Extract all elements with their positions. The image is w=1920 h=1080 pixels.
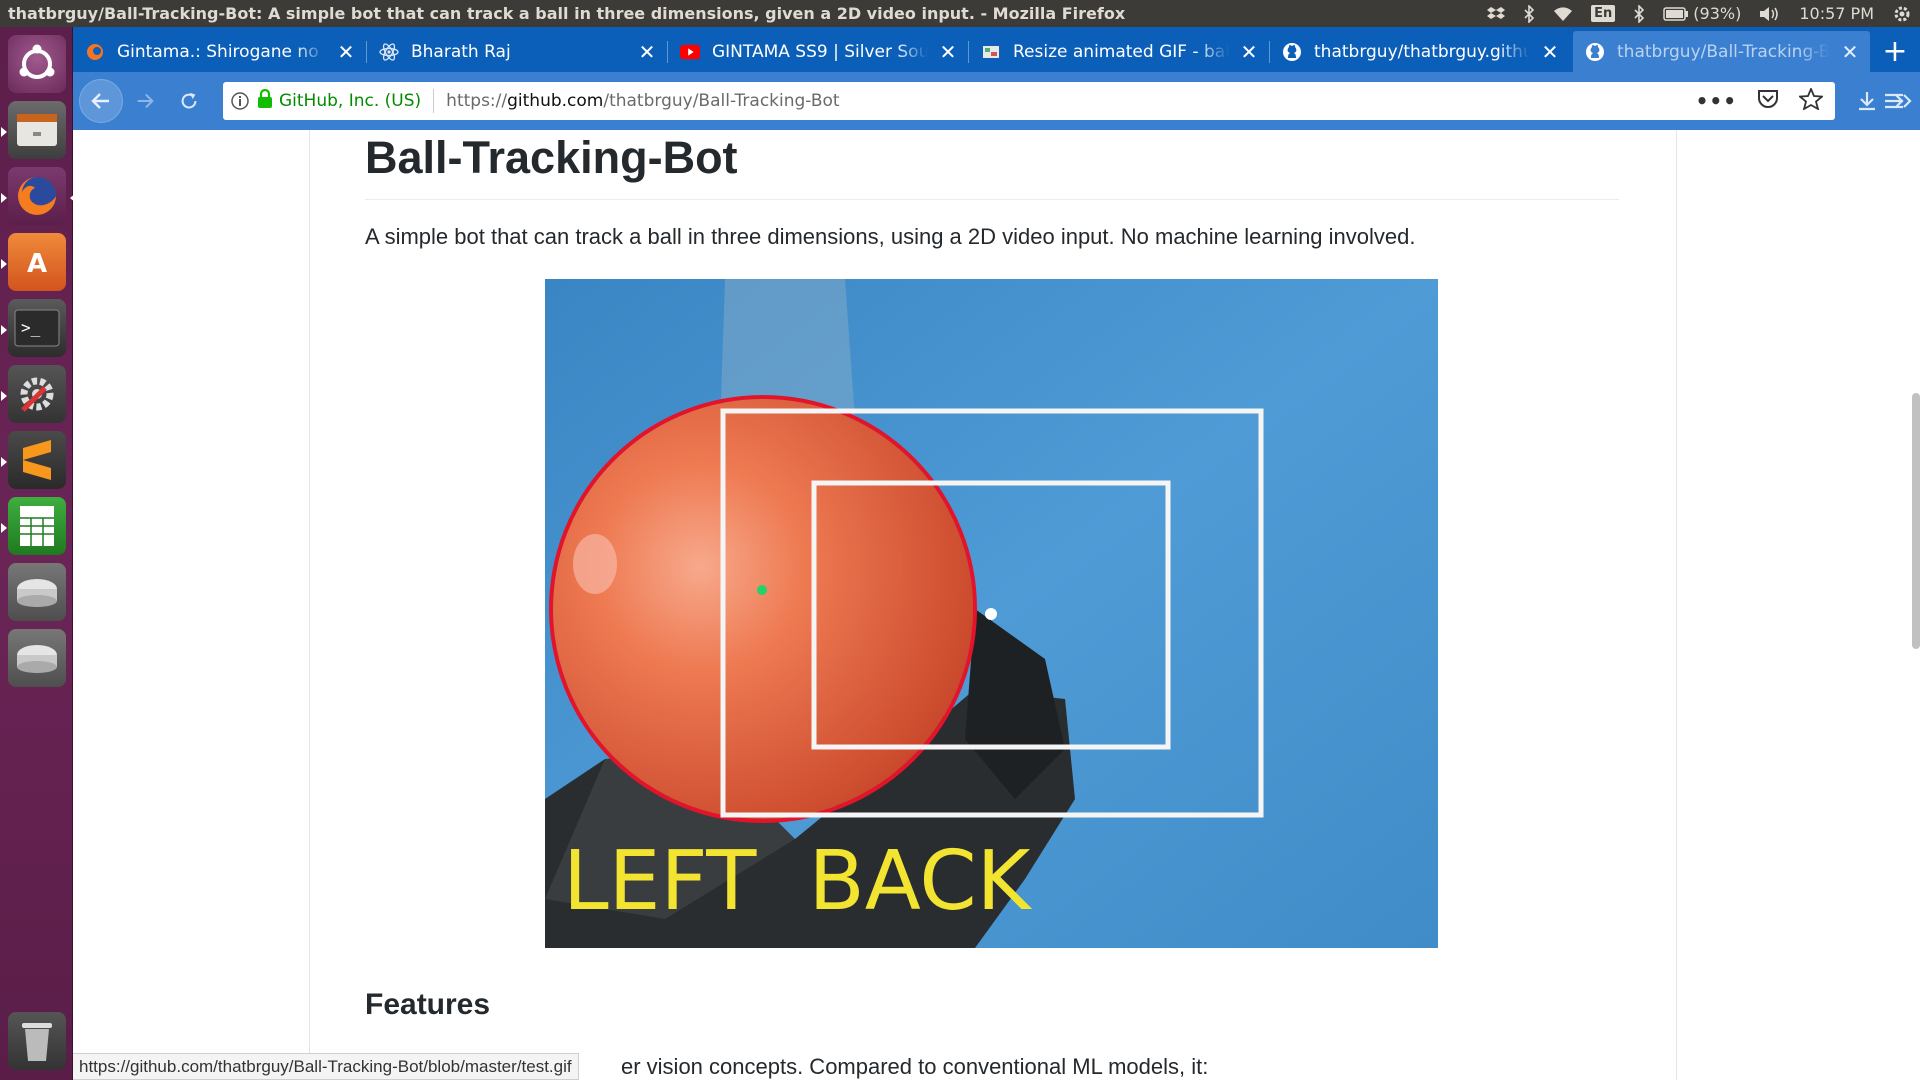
reload-icon [181, 92, 197, 109]
page-viewport: Ball-Tracking-Bot A simple bot that can … [73, 130, 1920, 1080]
battery-icon [1663, 6, 1689, 21]
reload-button[interactable] [171, 83, 207, 119]
github-icon [1282, 42, 1302, 62]
drive-icon[interactable] [8, 563, 66, 621]
page-scrollbar[interactable] [1912, 393, 1920, 649]
info-icon[interactable] [223, 91, 257, 111]
close-tab-icon[interactable]: ✕ [1538, 40, 1562, 64]
browser-tab-bar: Gintama.: Shirogane no Tam ✕ Bharath Raj… [73, 27, 1920, 72]
site-identity[interactable]: GitHub, Inc. (US) [279, 91, 421, 111]
software-center-icon[interactable]: A [1, 233, 66, 291]
link-status-tooltip: https://github.com/thatbrguy/Ball-Tracki… [73, 1053, 579, 1080]
tab-label: thatbrguy/thatbrguy.githut [1314, 41, 1530, 62]
close-tab-icon[interactable]: ✕ [635, 40, 659, 64]
firefox-icon[interactable] [1, 167, 76, 225]
drive-icon[interactable] [8, 629, 66, 687]
browser-nav-bar: GitHub, Inc. (US) https://github.com/tha… [73, 72, 1920, 130]
system-tray: En (93%) 10:57 PM [1487, 4, 1912, 24]
ubuntu-dash-icon[interactable] [8, 35, 66, 93]
svg-text:A: A [27, 249, 47, 279]
tab-label: thatbrguy/Ball-Tracking-Bo [1617, 41, 1830, 62]
readme-description: A simple bot that can track a ball in th… [365, 224, 1416, 249]
tab-ezgif[interactable]: Resize animated GIF - ball.g ✕ [969, 31, 1269, 72]
bookmark-star-icon[interactable] [1797, 86, 1825, 115]
libreoffice-calc-icon[interactable] [1, 497, 66, 555]
pocket-icon[interactable] [1757, 89, 1779, 114]
tab-gintama-youtube[interactable]: GINTAMA SS9 | Silver Soul A ✕ [668, 31, 968, 72]
features-heading: Features [365, 988, 491, 1021]
unity-launcher: A >_ [0, 27, 76, 1080]
lock-icon [257, 88, 273, 114]
dropbox-icon[interactable] [1487, 6, 1506, 22]
window-title: thatbrguy/Ball-Tracking-Bot: A simple bo… [8, 4, 1126, 23]
tab-label: Bharath Raj [411, 41, 511, 62]
hamburger-menu-icon [1885, 93, 1903, 109]
keyboard-layout-icon[interactable]: En [1591, 5, 1616, 22]
clock[interactable]: 10:57 PM [1799, 4, 1874, 23]
tab-label: GINTAMA SS9 | Silver Soul A [712, 41, 928, 62]
tab-thatbrguy-github-io[interactable]: thatbrguy/thatbrguy.githut ✕ [1270, 31, 1570, 72]
trash-icon[interactable] [8, 1012, 66, 1070]
youtube-icon [680, 42, 700, 62]
bluetooth-icon[interactable] [1523, 4, 1535, 23]
close-tab-icon[interactable]: ✕ [1838, 40, 1862, 64]
settings-gear-icon[interactable] [1892, 4, 1912, 24]
volume-icon[interactable] [1759, 5, 1781, 23]
new-tab-button[interactable]: + [1870, 31, 1920, 72]
files-icon[interactable] [1, 101, 66, 159]
forward-arrow-icon [137, 93, 154, 109]
react-atom-icon [379, 42, 399, 62]
features-paragraph: er vision concepts. Compared to conventi… [621, 1054, 1209, 1079]
url-host: github.com [507, 91, 604, 111]
tab-label: Gintama.: Shirogane no Tam [117, 41, 326, 62]
gif-caption: LEFT BACK [563, 834, 1033, 929]
url-prefix: https:// [446, 91, 508, 111]
close-tab-icon[interactable]: ✕ [1237, 40, 1261, 64]
bluetooth-icon[interactable] [1633, 4, 1645, 23]
tab-gintama[interactable]: Gintama.: Shirogane no Tam ✕ [73, 31, 366, 72]
back-button[interactable] [79, 79, 123, 123]
tab-ball-tracking-bot[interactable]: thatbrguy/Ball-Tracking-Bo ✕ [1573, 31, 1870, 72]
url-text[interactable]: https://github.com/thatbrguy/Ball-Tracki… [446, 91, 839, 111]
battery-percentage: (93%) [1693, 4, 1742, 23]
terminal-icon[interactable]: >_ [1, 299, 66, 357]
tab-label: Resize animated GIF - ball.g [1013, 41, 1229, 62]
more-icon[interactable]: ••• [1696, 89, 1737, 113]
system-settings-icon[interactable] [1, 365, 66, 423]
svg-text:>_: >_ [21, 318, 41, 337]
downloads-icon [1859, 92, 1875, 111]
sublime-text-icon[interactable] [1, 431, 66, 489]
hamburger-menu-button[interactable] [1876, 83, 1912, 119]
url-path: /thatbrguy/Ball-Tracking-Bot [603, 91, 840, 111]
url-bar[interactable]: GitHub, Inc. (US) https://github.com/tha… [223, 82, 1835, 120]
wifi-icon[interactable] [1553, 6, 1573, 22]
close-tab-icon[interactable]: ✕ [334, 40, 358, 64]
github-icon [1585, 42, 1605, 62]
forward-button[interactable] [127, 83, 163, 119]
ezgif-icon [981, 42, 1001, 62]
crunchyroll-icon [85, 42, 105, 62]
tab-bharath-raj[interactable]: Bharath Raj ✕ [367, 31, 667, 72]
close-tab-icon[interactable]: ✕ [936, 40, 960, 64]
system-top-bar: thatbrguy/Ball-Tracking-Bot: A simple bo… [0, 0, 1920, 27]
readme-title: Ball-Tracking-Bot [365, 130, 1619, 200]
back-arrow-icon [91, 93, 109, 109]
battery-indicator[interactable]: (93%) [1663, 4, 1741, 23]
demo-gif[interactable]: LEFT BACK [545, 279, 1438, 948]
